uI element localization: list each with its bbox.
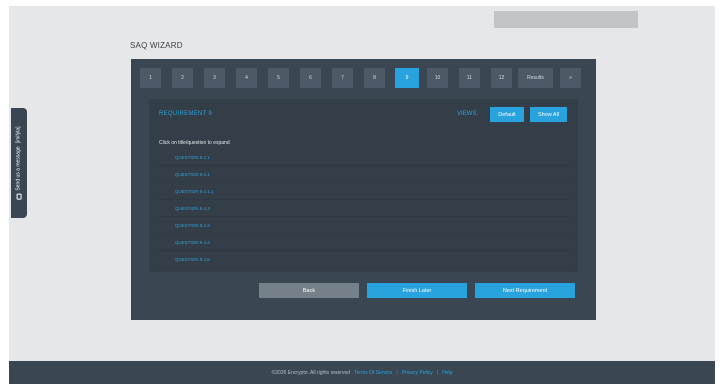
next-steps-button[interactable]: » — [560, 68, 581, 88]
question-item[interactable]: QUESTION 9.2.1 — [159, 149, 571, 166]
privacy-link[interactable]: Privacy Policy — [402, 370, 433, 376]
question-item[interactable]: QUESTION 9.4.1.1 — [159, 183, 571, 200]
step-5-button[interactable]: 5 — [268, 68, 289, 88]
step-2-button[interactable]: 2 — [172, 68, 193, 88]
question-item[interactable]: QUESTION 9.4.6 — [159, 251, 571, 268]
side-tab-brand: [imifyla] — [16, 126, 22, 144]
footer-separator: | — [436, 369, 439, 376]
step-12-button[interactable]: 12 — [491, 68, 512, 88]
send-message-label: Send us a message — [16, 146, 22, 191]
step-6-button[interactable]: 6 — [300, 68, 321, 88]
page-title: SAQ WIZARD — [130, 41, 183, 50]
terms-link[interactable]: Terms Of Service — [354, 370, 392, 376]
help-link[interactable]: Help — [442, 370, 452, 376]
requirement-panel: REQUIREMENT 9 VIEWS: Default Show All Cl… — [149, 99, 578, 272]
next-requirement-button[interactable]: Next Requirement — [475, 283, 575, 298]
copyright-text: ©2026 Encrypto. All rights reserved — [271, 369, 351, 376]
view-default-button[interactable]: Default — [490, 107, 524, 122]
step-9-button[interactable]: 9 — [395, 68, 419, 88]
expand-hint: Click on title/question to expand — [159, 140, 230, 146]
footer: ©2026 Encrypto. All rights reserved Term… — [9, 361, 715, 384]
step-8-button[interactable]: 8 — [364, 68, 385, 88]
question-item[interactable]: QUESTION 9.4.4 — [159, 234, 571, 251]
results-button[interactable]: Results — [518, 68, 553, 88]
question-item[interactable]: QUESTION 9.4.3 — [159, 217, 571, 234]
top-bar-blurred — [494, 11, 638, 28]
footer-separator: | — [396, 369, 398, 376]
wizard-panel: 1 2 3 4 5 6 7 8 9 10 11 12 Results » REQ… — [131, 59, 596, 320]
requirement-title: REQUIREMENT 9 — [159, 111, 213, 117]
step-4-button[interactable]: 4 — [236, 68, 257, 88]
question-item[interactable]: QUESTION 9.4.3 — [159, 200, 571, 217]
message-icon — [16, 193, 22, 200]
question-list: QUESTION 9.2.1 QUESTION 9.4.1 QUESTION 9… — [159, 149, 571, 268]
step-7-button[interactable]: 7 — [332, 68, 353, 88]
send-message-tab[interactable]: Send us a message [imifyla] — [11, 108, 27, 218]
finish-later-button[interactable]: Finish Later — [367, 283, 467, 298]
question-item[interactable]: QUESTION 9.4.1 — [159, 166, 571, 183]
step-11-button[interactable]: 11 — [459, 68, 480, 88]
back-button[interactable]: Back — [259, 283, 359, 298]
view-show-all-button[interactable]: Show All — [530, 107, 567, 122]
step-1-button[interactable]: 1 — [140, 68, 161, 88]
step-3-button[interactable]: 3 — [204, 68, 225, 88]
step-10-button[interactable]: 10 — [427, 68, 448, 88]
views-label: VIEWS: — [457, 111, 479, 117]
